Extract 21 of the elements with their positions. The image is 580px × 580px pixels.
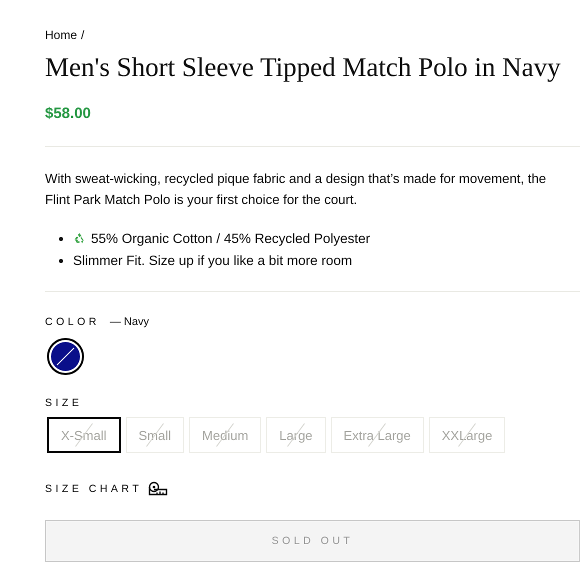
color-label: COLOR <box>45 316 100 328</box>
size-option[interactable]: Large <box>266 417 326 453</box>
size-chart-link[interactable]: SIZE CHART <box>45 482 142 494</box>
breadcrumb-link[interactable]: Home <box>45 28 78 42</box>
color-swatch[interactable] <box>47 338 84 375</box>
measuring-tape-icon <box>148 481 168 496</box>
bullet-icon <box>59 236 63 240</box>
breadcrumb-separator: / <box>81 28 84 42</box>
color-value: — Navy <box>110 316 149 328</box>
product-description: With sweat-wicking, recycled pique fabric and a design that’s made for movement, the Flint Park Match Polo is your first choice for the court. <box>45 170 548 209</box>
size-option[interactable]: Small <box>126 417 184 453</box>
size-option[interactable]: XXLarge <box>428 417 506 453</box>
product-title: Men's Short Sleeve Tipped Match Polo in Navy <box>45 52 562 83</box>
bullet-icon <box>59 258 63 262</box>
product-price: $58.00 <box>45 105 92 122</box>
feature-text: 55% Organic Cotton / 45% Recycled Polyester <box>91 230 370 248</box>
size-option[interactable]: Medium <box>189 417 262 453</box>
size-label: SIZE <box>45 397 84 409</box>
size-option[interactable]: Extra Large <box>330 417 424 453</box>
size-option[interactable]: X-Small <box>47 417 121 453</box>
feature-text: Slimmer Fit. Size up if you like a bit more room <box>73 252 352 270</box>
